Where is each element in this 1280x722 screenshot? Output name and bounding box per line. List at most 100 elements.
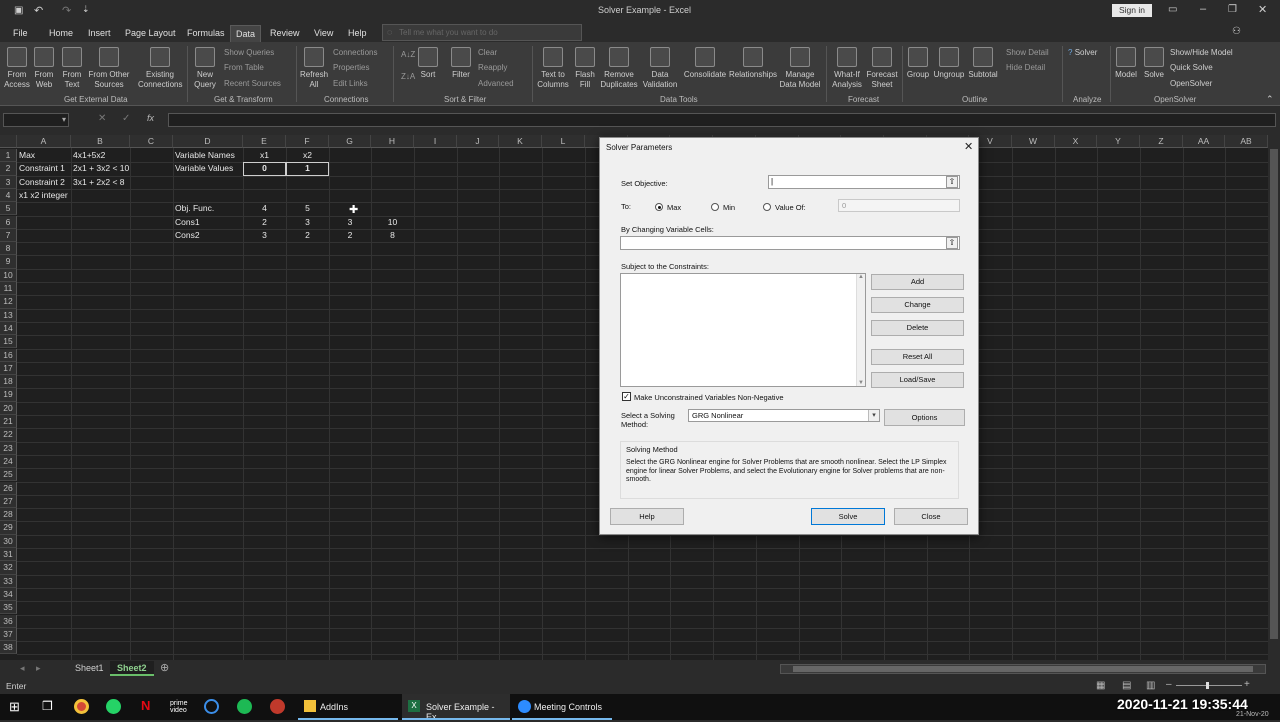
cell-d6[interactable]: Cons1 [175,216,200,229]
row-header[interactable]: 26 [0,481,17,495]
close-window-button[interactable]: ✕ [1258,3,1267,16]
row-header[interactable]: 36 [0,614,17,628]
cortana-icon[interactable] [204,699,219,714]
cell-d2[interactable]: Variable Values [175,162,233,175]
manage-data-model-button[interactable]: Manage Data Model [779,47,821,90]
sort-za-icon[interactable]: Z↓A [401,72,415,81]
change-button[interactable]: Change [871,297,964,313]
edit-links-button[interactable]: Edit Links [333,79,368,88]
tab-data[interactable]: Data [230,25,262,42]
column-header[interactable]: K [499,135,542,148]
cell-a1[interactable]: Max [19,149,35,162]
from-access-button[interactable]: From Access [4,47,30,90]
cell-b3[interactable]: 3x1 + 2x2 < 8 [73,176,125,189]
cell-a2[interactable]: Constraint 1 [19,162,65,175]
cell-f7[interactable]: 2 [288,229,327,242]
data-validation-button[interactable]: Data Validation [640,47,680,90]
row-header[interactable]: 17 [0,361,17,376]
prev-sheet-icon[interactable]: ◂ [20,663,25,674]
objective-input[interactable]: | [768,175,960,189]
netflix-icon[interactable]: N [141,698,150,713]
cell-g6[interactable]: 3 [331,216,369,229]
recent-sources-button[interactable]: Recent Sources [224,79,281,88]
close-icon[interactable]: ✕ [964,140,973,153]
zoom-thumb[interactable] [1206,682,1209,689]
tab-home[interactable]: Home [44,25,78,42]
tab-review[interactable]: Review [265,25,305,42]
non-negative-checkbox[interactable]: ✓ [622,392,631,401]
tab-view[interactable]: View [309,25,338,42]
row-header[interactable]: 21 [0,415,17,429]
objective-range-select-icon[interactable]: ⇧ [946,176,958,188]
row-header[interactable]: 19 [0,388,17,402]
row-header[interactable]: 31 [0,548,17,562]
save-icon[interactable]: ▣ [14,5,23,16]
solving-method-select[interactable]: GRG Nonlinear ▾ [688,409,880,422]
row-header[interactable]: 32 [0,561,17,575]
insert-function-icon[interactable]: fx [147,113,154,123]
hide-detail-button[interactable]: Hide Detail [1006,63,1045,72]
tab-insert[interactable]: Insert [83,25,116,42]
windows-start-icon[interactable]: ⊞ [9,699,20,715]
prime-video-icon[interactable]: prime video [170,700,188,714]
row-header[interactable]: 6 [0,215,17,229]
column-header[interactable]: AB [1225,135,1268,148]
cell-h6[interactable]: 10 [373,216,412,229]
cell-d1[interactable]: Variable Names [175,149,235,162]
opensolver-solve-button[interactable]: Solve [1142,47,1166,80]
name-box[interactable]: ▾ [3,113,69,127]
tab-formulas[interactable]: Formulas [182,25,230,42]
column-header[interactable]: F [286,135,329,148]
formula-input[interactable] [168,113,1276,127]
advanced-filter-button[interactable]: Advanced [478,79,514,88]
row-header[interactable]: 3 [0,175,17,189]
whatsapp-icon[interactable] [106,699,121,714]
new-query-button[interactable]: New Query [192,47,218,90]
row-header[interactable]: 28 [0,508,17,522]
constraints-list[interactable]: ▲ ▼ [620,273,866,387]
undo-icon[interactable]: ↶ [34,4,43,17]
tab-help[interactable]: Help [343,25,372,42]
row-header[interactable]: 4 [0,188,17,203]
changing-cells-range-select-icon[interactable]: ⇧ [946,237,958,249]
filter-button[interactable]: Filter [448,47,474,80]
connections-button[interactable]: Connections [333,48,377,57]
restore-button[interactable]: ❐ [1228,4,1237,15]
select-all-corner[interactable] [0,135,17,148]
row-header[interactable]: 11 [0,282,17,296]
cell-g7[interactable]: 2 [331,229,369,242]
cell-e6[interactable]: 2 [245,216,284,229]
column-header[interactable]: AA [1183,135,1225,148]
row-header[interactable]: 18 [0,375,17,389]
text-to-columns-button[interactable]: Text to Columns [536,47,570,90]
page-break-view-icon[interactable]: ▥ [1146,680,1155,691]
from-other-sources-button[interactable]: From Other Sources [87,47,131,90]
sort-button[interactable]: Sort [416,47,440,80]
task-view-icon[interactable]: ❒ [42,699,53,713]
row-header[interactable]: 14 [0,321,17,336]
remove-duplicates-button[interactable]: Remove Duplicates [600,47,638,90]
what-if-analysis-button[interactable]: What-If Analysis [830,47,864,90]
solve-button[interactable]: Solve [811,508,885,525]
row-header[interactable]: 2 [0,162,17,176]
column-header[interactable]: W [1012,135,1055,148]
cell-b2[interactable]: 2x1 + 3x2 < 10 [73,162,129,175]
changing-cells-input[interactable] [620,236,960,250]
column-header[interactable]: A [17,135,71,148]
existing-connections-button[interactable]: Existing Connections [138,47,182,90]
properties-button[interactable]: Properties [333,63,369,72]
ribbon-display-icon[interactable]: ▭ [1168,4,1177,15]
sheet-tab-sheet1[interactable]: Sheet1 [68,661,112,676]
from-table-button[interactable]: From Table [224,63,264,72]
cell-e5[interactable]: 4 [245,202,284,215]
help-button[interactable]: Help [610,508,684,525]
column-header[interactable]: E [243,135,286,148]
show-detail-button[interactable]: Show Detail [1006,48,1049,57]
cell-f5[interactable]: 5 [288,202,327,215]
column-header[interactable]: X [1055,135,1097,148]
row-header[interactable]: 27 [0,494,17,509]
opensolver-model-button[interactable]: Model [1114,47,1138,80]
cell-e7[interactable]: 3 [245,229,284,242]
column-header[interactable]: Z [1140,135,1183,148]
show-queries-button[interactable]: Show Queries [224,48,274,57]
